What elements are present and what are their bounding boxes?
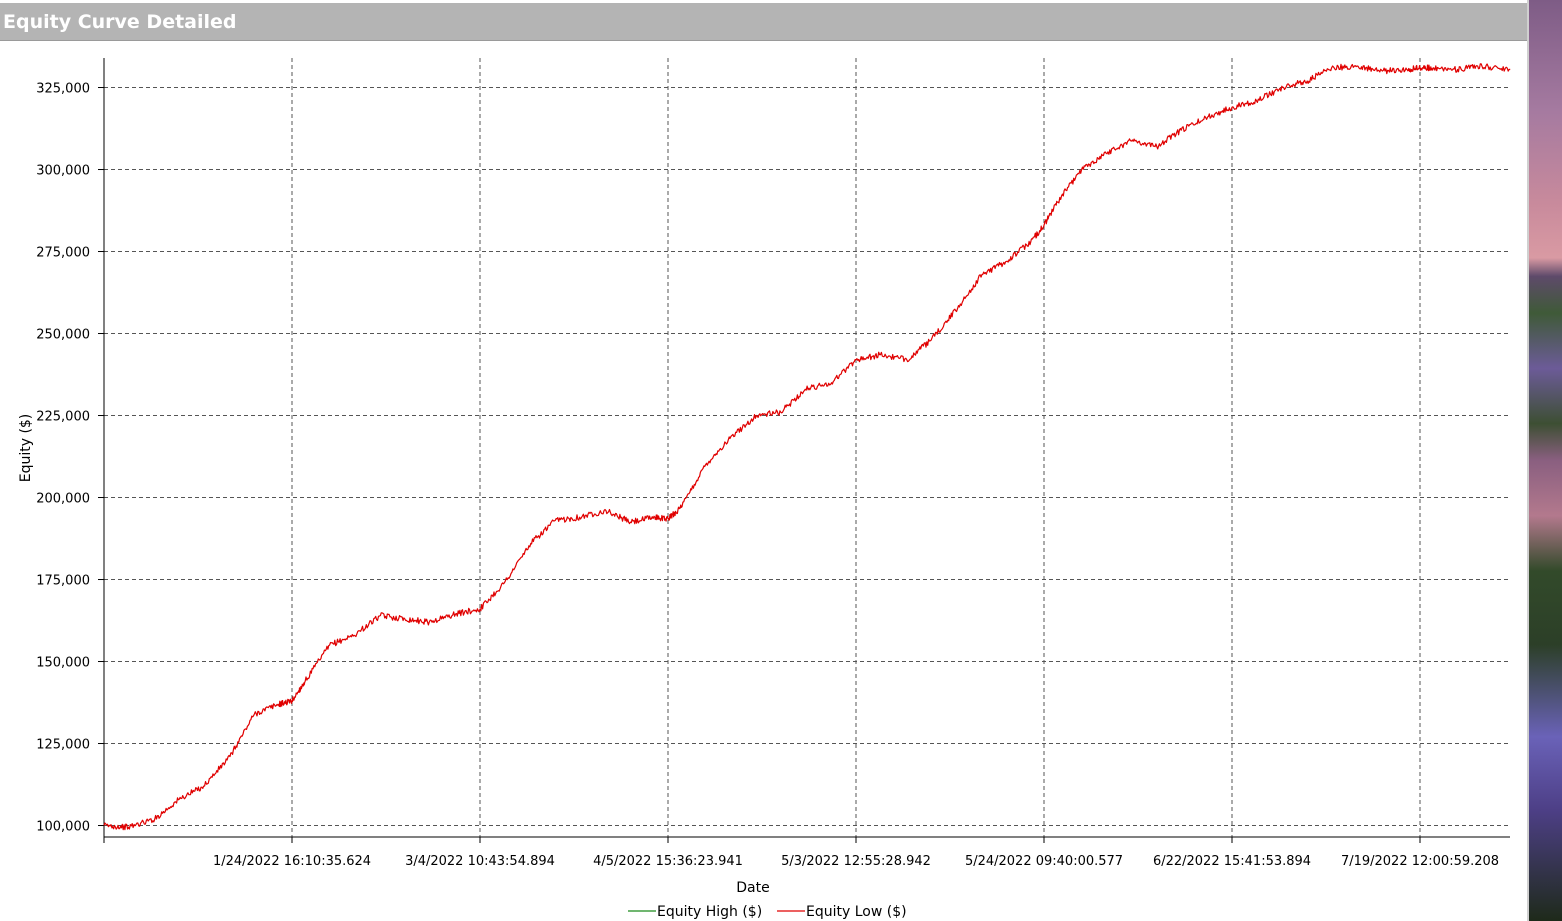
- x-tick-label: 1/24/2022 16:10:35.624: [213, 854, 371, 869]
- y-tick-label: 200,000: [36, 492, 90, 507]
- y-tick-label: 250,000: [36, 328, 90, 343]
- x-tick-label: 5/24/2022 09:40:00.577: [965, 854, 1123, 869]
- series-line-equity-low: [103, 63, 1511, 831]
- x-tick-label: 3/4/2022 10:43:54.894: [405, 854, 555, 869]
- y-tick-label: 100,000: [36, 820, 90, 835]
- y-tick-label: 300,000: [36, 164, 90, 179]
- x-tick-label: 4/5/2022 15:36:23.941: [593, 854, 743, 869]
- desktop-wallpaper: [1529, 0, 1562, 921]
- legend-equity-low-label: Equity Low ($): [806, 904, 907, 920]
- y-tick-label: 325,000: [36, 82, 90, 97]
- y-tick-label: 175,000: [36, 574, 90, 589]
- y-tick-label: 275,000: [36, 246, 90, 261]
- equity-curve-chart: 100,000 125,000 150,000 175,000 200,000 225,0…: [18, 58, 1511, 920]
- y-tick-label: 225,000: [36, 410, 90, 425]
- legend-equity-high-label: Equity High ($): [657, 904, 762, 920]
- y-tick-label: 150,000: [36, 656, 90, 671]
- y-axis-title: Equity ($): [18, 414, 34, 483]
- x-tick-label: 5/3/2022 12:55:28.942: [781, 854, 931, 869]
- x-axis-title: Date: [736, 880, 769, 896]
- y-tick-label: 125,000: [36, 738, 90, 753]
- x-tick-label: 6/22/2022 15:41:53.894: [1153, 854, 1311, 869]
- x-tick-label: 7/19/2022 12:00:59.208: [1341, 854, 1499, 869]
